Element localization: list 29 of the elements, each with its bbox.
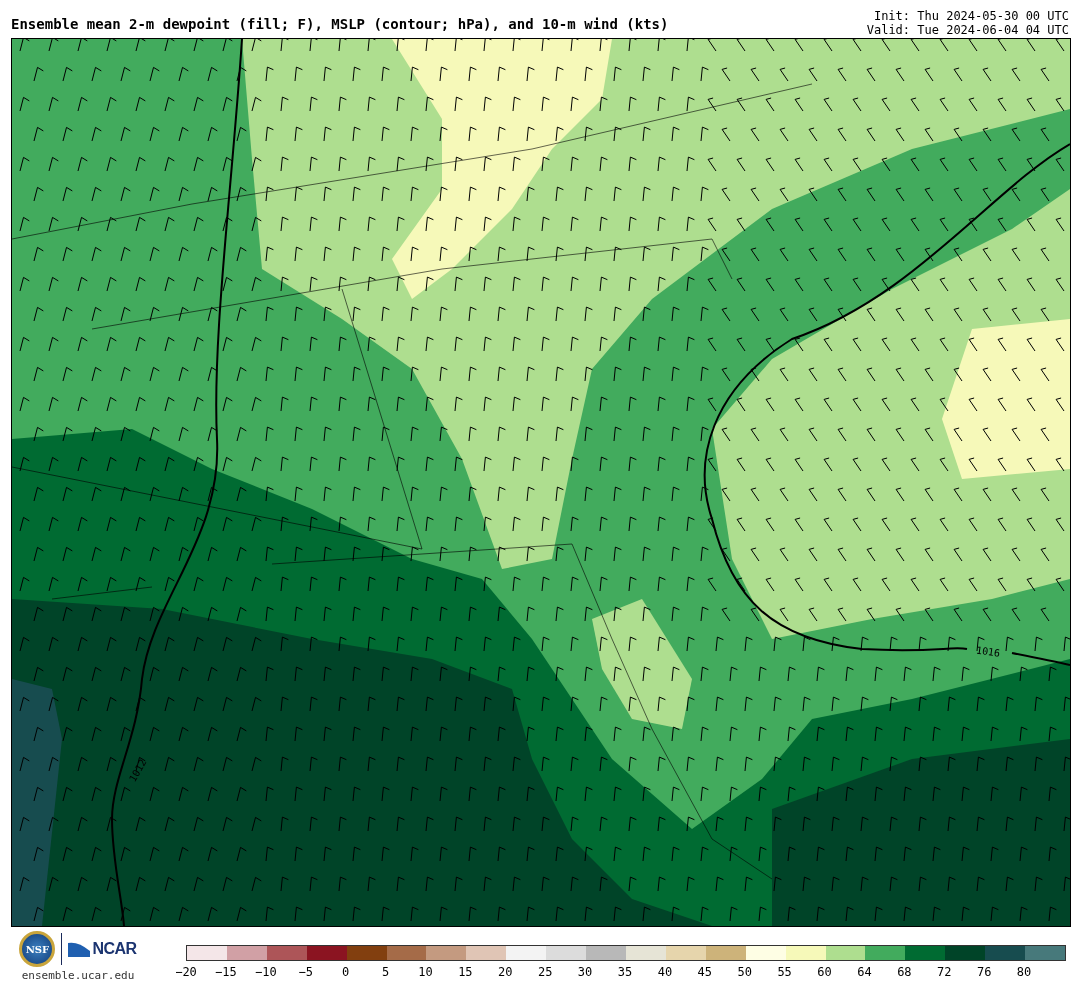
tick-label: 76 bbox=[976, 965, 992, 979]
plot-title: Ensemble mean 2-m dewpoint (fill; F), MSLP (contour; hPa), and 10-m wind (kts) bbox=[11, 16, 669, 34]
tick-label: 60 bbox=[817, 965, 832, 979]
tick-label: −15 bbox=[215, 965, 237, 979]
tick-label: 45 bbox=[697, 965, 713, 979]
tick-label: 20 bbox=[498, 965, 513, 979]
tick-label: 25 bbox=[537, 965, 553, 979]
tick-label: 80 bbox=[1016, 965, 1032, 979]
valid-time: Valid: Tue 2024-06-04 04 UTC bbox=[866, 23, 1069, 37]
tick-label: 55 bbox=[777, 965, 792, 979]
tick-label: −10 bbox=[254, 965, 277, 979]
contour-label: 1016 bbox=[975, 644, 1001, 659]
tick-label: 15 bbox=[458, 965, 473, 979]
tick-label: 64 bbox=[857, 965, 872, 979]
tick-label: −20 bbox=[175, 965, 197, 979]
tick-label: 0 bbox=[342, 965, 350, 979]
ncar-logo: NCAR bbox=[68, 940, 137, 958]
tick-label: 35 bbox=[617, 965, 633, 979]
tick-label: 30 bbox=[577, 965, 593, 979]
init-time: Init: Thu 2024-05-30 00 UTC bbox=[872, 9, 1069, 23]
tick-label: −5 bbox=[298, 965, 313, 979]
tick-label: 40 bbox=[657, 965, 673, 979]
tick-label: 10 bbox=[418, 965, 433, 979]
tick-label: 5 bbox=[381, 965, 390, 979]
nsf-logo: NSF bbox=[19, 931, 56, 967]
tick-label: 68 bbox=[897, 965, 912, 979]
tick-label: 50 bbox=[737, 965, 752, 979]
tick-label: 72 bbox=[937, 965, 952, 979]
site-url: ensemble.ucar.edu bbox=[21, 969, 135, 982]
